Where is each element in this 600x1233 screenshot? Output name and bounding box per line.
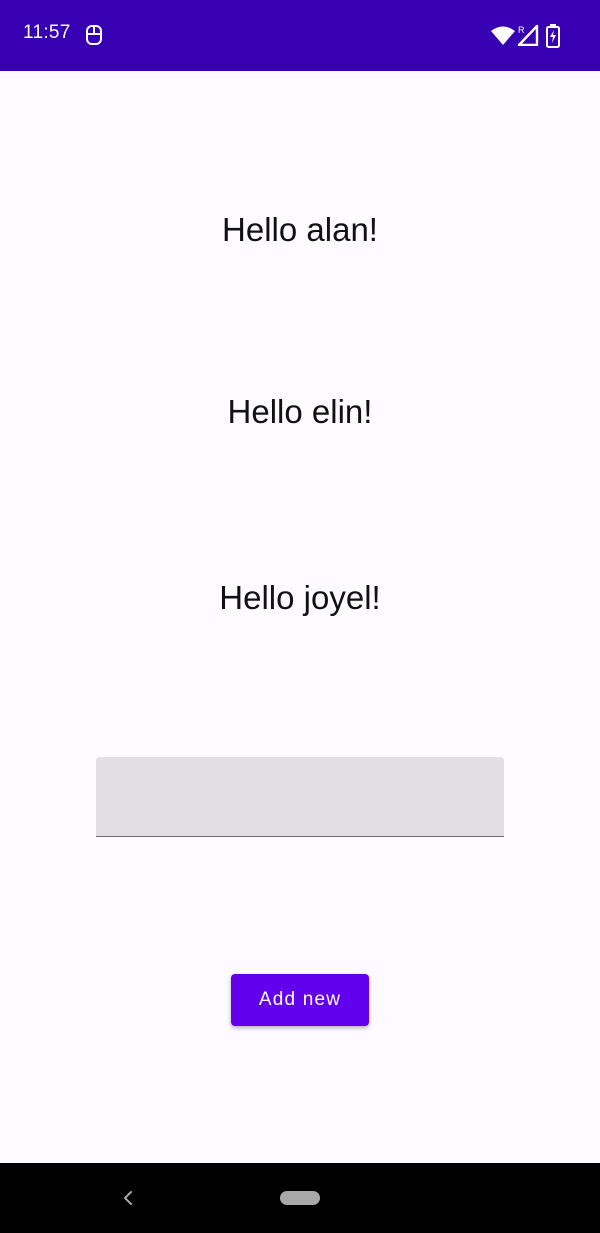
- svg-text:R: R: [518, 25, 525, 35]
- status-time: 11:57: [23, 22, 71, 43]
- wifi-icon: [491, 26, 515, 45]
- navigation-bar: [0, 1163, 600, 1233]
- app-notification-icon: [86, 25, 102, 45]
- status-bar: 11:57 R: [0, 0, 600, 71]
- greeting-text: Hello joyel!: [219, 579, 381, 616]
- name-input-field[interactable]: [96, 757, 504, 837]
- home-pill[interactable]: [280, 1191, 320, 1205]
- signal-icon: R: [517, 24, 539, 46]
- back-icon[interactable]: [120, 1188, 136, 1208]
- greeting-text: Hello alan!: [222, 211, 378, 248]
- main-content: Hello alan! Hello elin! Hello joyel! Add…: [0, 71, 600, 1163]
- add-new-button[interactable]: Add new: [231, 974, 369, 1026]
- battery-charging-icon: [546, 24, 560, 48]
- greeting-text: Hello elin!: [227, 393, 373, 430]
